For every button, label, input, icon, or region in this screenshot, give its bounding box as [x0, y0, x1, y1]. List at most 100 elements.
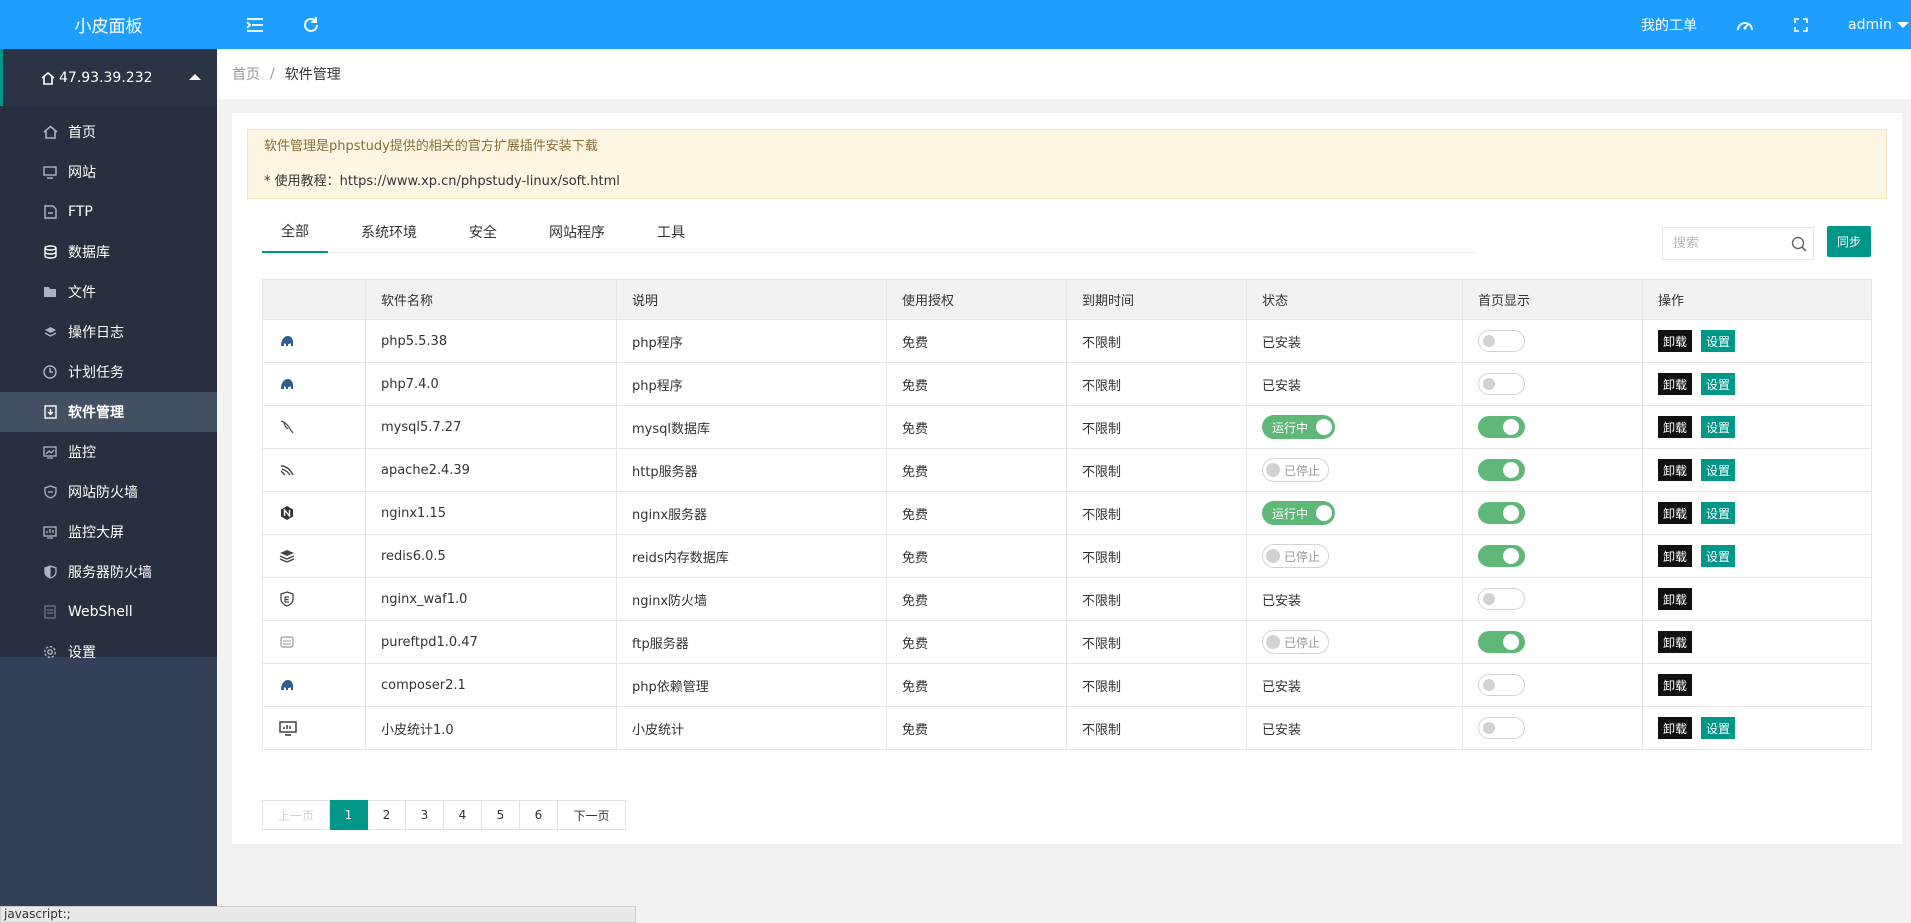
- home-icon: [42, 124, 58, 140]
- user-menu[interactable]: admin: [1848, 0, 1909, 49]
- stats-icon: [279, 720, 297, 736]
- software-license: 免费: [886, 663, 1067, 707]
- status-label: 运行中: [1272, 420, 1309, 435]
- sidebar-item-software[interactable]: 软件管理: [0, 392, 217, 432]
- software-expire: 不限制: [1066, 448, 1247, 492]
- uninstall-button[interactable]: 卸载: [1658, 588, 1693, 610]
- settings-button[interactable]: 设置: [1701, 416, 1736, 438]
- sync-button[interactable]: 同步: [1827, 226, 1871, 257]
- sidebar-item-server-firewall[interactable]: 服务器防火墙: [0, 552, 217, 592]
- sidebar-item-files[interactable]: 文件: [0, 272, 217, 312]
- sidebar-item-settings[interactable]: 设置: [0, 632, 217, 672]
- sidebar-item-ftp[interactable]: FTP: [0, 192, 217, 232]
- software-license: 免费: [886, 534, 1067, 578]
- home-display-cell: [1462, 620, 1643, 664]
- tab-security[interactable]: 安全: [450, 211, 516, 253]
- column-header-expire: 到期时间: [1066, 279, 1247, 320]
- home-display-toggle[interactable]: [1478, 588, 1525, 610]
- home-display-toggle[interactable]: [1478, 545, 1525, 567]
- service-status-toggle[interactable]: 已停止: [1262, 630, 1330, 654]
- uninstall-button[interactable]: 卸载: [1658, 330, 1693, 352]
- sidebar-item-waf[interactable]: 网站防火墙: [0, 472, 217, 512]
- sidebar-item-monitor-screen[interactable]: 监控大屏: [0, 512, 217, 552]
- server-selector[interactable]: 47.93.39.232: [0, 49, 217, 106]
- sidebar-item-database[interactable]: 数据库: [0, 232, 217, 272]
- home-display-toggle[interactable]: [1478, 459, 1525, 481]
- next-page-button[interactable]: 下一页: [558, 800, 626, 830]
- home-display-toggle[interactable]: [1478, 373, 1525, 395]
- page-button-4[interactable]: 4: [444, 800, 482, 830]
- monitor-icon: [42, 164, 58, 180]
- uninstall-button[interactable]: 卸载: [1658, 416, 1693, 438]
- software-name: redis6.0.5: [365, 534, 617, 578]
- prev-page-button[interactable]: 上一页: [262, 800, 330, 830]
- page-button-3[interactable]: 3: [406, 800, 444, 830]
- settings-button[interactable]: 设置: [1701, 459, 1736, 481]
- uninstall-button[interactable]: 卸载: [1658, 545, 1693, 567]
- breadcrumb-home[interactable]: 首页: [232, 64, 260, 84]
- service-status-toggle[interactable]: 已停止: [1262, 544, 1330, 568]
- my-ticket-link[interactable]: 我的工单: [1641, 0, 1697, 49]
- row-icon-cell: [262, 405, 366, 449]
- home-display-toggle[interactable]: [1478, 330, 1525, 352]
- pagination: 上一页 1 2 3 4 5 6 下一页: [262, 800, 626, 830]
- refresh-icon[interactable]: [299, 13, 323, 37]
- settings-button[interactable]: 设置: [1701, 545, 1736, 567]
- notice-line-2[interactable]: * 使用教程：https://www.xp.cn/phpstudy-linux/…: [264, 173, 1870, 191]
- tab-all[interactable]: 全部: [262, 211, 328, 253]
- software-status: 已安装: [1246, 663, 1463, 707]
- sidebar-item-label: 软件管理: [68, 405, 124, 421]
- search-input[interactable]: [1673, 236, 1783, 251]
- caret-up-icon: [189, 74, 201, 80]
- service-status-toggle[interactable]: 运行中: [1262, 501, 1336, 525]
- uninstall-button[interactable]: 卸载: [1658, 631, 1693, 653]
- software-status: 已安装: [1246, 319, 1463, 363]
- page-button-2[interactable]: 2: [368, 800, 406, 830]
- sidebar-item-monitor[interactable]: 监控: [0, 432, 217, 472]
- page-button-1[interactable]: 1: [330, 800, 368, 830]
- software-name: 小皮统计1.0: [365, 706, 617, 750]
- sidebar-item-cron[interactable]: 计划任务: [0, 352, 217, 392]
- settings-button[interactable]: 设置: [1701, 717, 1736, 739]
- settings-button[interactable]: 设置: [1701, 330, 1736, 352]
- service-status-toggle[interactable]: 运行中: [1262, 415, 1336, 439]
- nginx-icon: [279, 505, 295, 521]
- home-display-toggle[interactable]: [1478, 717, 1525, 739]
- theme-icon[interactable]: [1733, 13, 1757, 37]
- software-status-cell: 运行中: [1246, 491, 1463, 535]
- sidebar-item-operation-log[interactable]: 操作日志: [0, 312, 217, 352]
- software-card: 软件管理是phpstudy提供的相关的官方扩展插件安装下载 * 使用教程：htt…: [232, 113, 1902, 844]
- tab-system-env[interactable]: 系统环境: [342, 211, 436, 253]
- settings-button[interactable]: 设置: [1701, 502, 1736, 524]
- uninstall-button[interactable]: 卸载: [1658, 373, 1693, 395]
- sidebar-item-website[interactable]: 网站: [0, 152, 217, 192]
- page-button-5[interactable]: 5: [482, 800, 520, 830]
- uninstall-button[interactable]: 卸载: [1658, 674, 1693, 696]
- uninstall-button[interactable]: 卸载: [1658, 717, 1693, 739]
- sidebar-item-home[interactable]: 首页: [0, 112, 217, 152]
- top-bar: 小皮面板 我的工单 admin: [0, 0, 1911, 49]
- service-status-toggle[interactable]: 已停止: [1262, 458, 1330, 482]
- fullscreen-icon[interactable]: [1789, 13, 1813, 37]
- home-display-cell: [1462, 405, 1643, 449]
- sidebar-item-label: 文件: [68, 285, 96, 301]
- app-logo[interactable]: 小皮面板: [0, 0, 217, 49]
- home-display-toggle[interactable]: [1478, 631, 1525, 653]
- uninstall-button[interactable]: 卸载: [1658, 459, 1693, 481]
- sidebar-item-webshell[interactable]: WebShell: [0, 592, 217, 632]
- settings-button[interactable]: 设置: [1701, 373, 1736, 395]
- status-label: 运行中: [1272, 506, 1309, 521]
- row-icon-cell: [262, 319, 366, 363]
- home-display-toggle[interactable]: [1478, 416, 1525, 438]
- menu-fold-icon[interactable]: [243, 13, 267, 37]
- page-button-6[interactable]: 6: [520, 800, 558, 830]
- tab-web-programs[interactable]: 网站程序: [530, 211, 624, 253]
- table-row: composer2.1 php依赖管理 免费 不限制 已安装 卸载: [262, 663, 1872, 707]
- uninstall-button[interactable]: 卸载: [1658, 502, 1693, 524]
- search-icon[interactable]: [1791, 236, 1807, 256]
- home-display-toggle[interactable]: [1478, 502, 1525, 524]
- home-display-toggle[interactable]: [1478, 674, 1525, 696]
- tab-tools[interactable]: 工具: [638, 211, 704, 253]
- home-display-cell: [1462, 448, 1643, 492]
- actions-cell: 卸载: [1642, 577, 1872, 621]
